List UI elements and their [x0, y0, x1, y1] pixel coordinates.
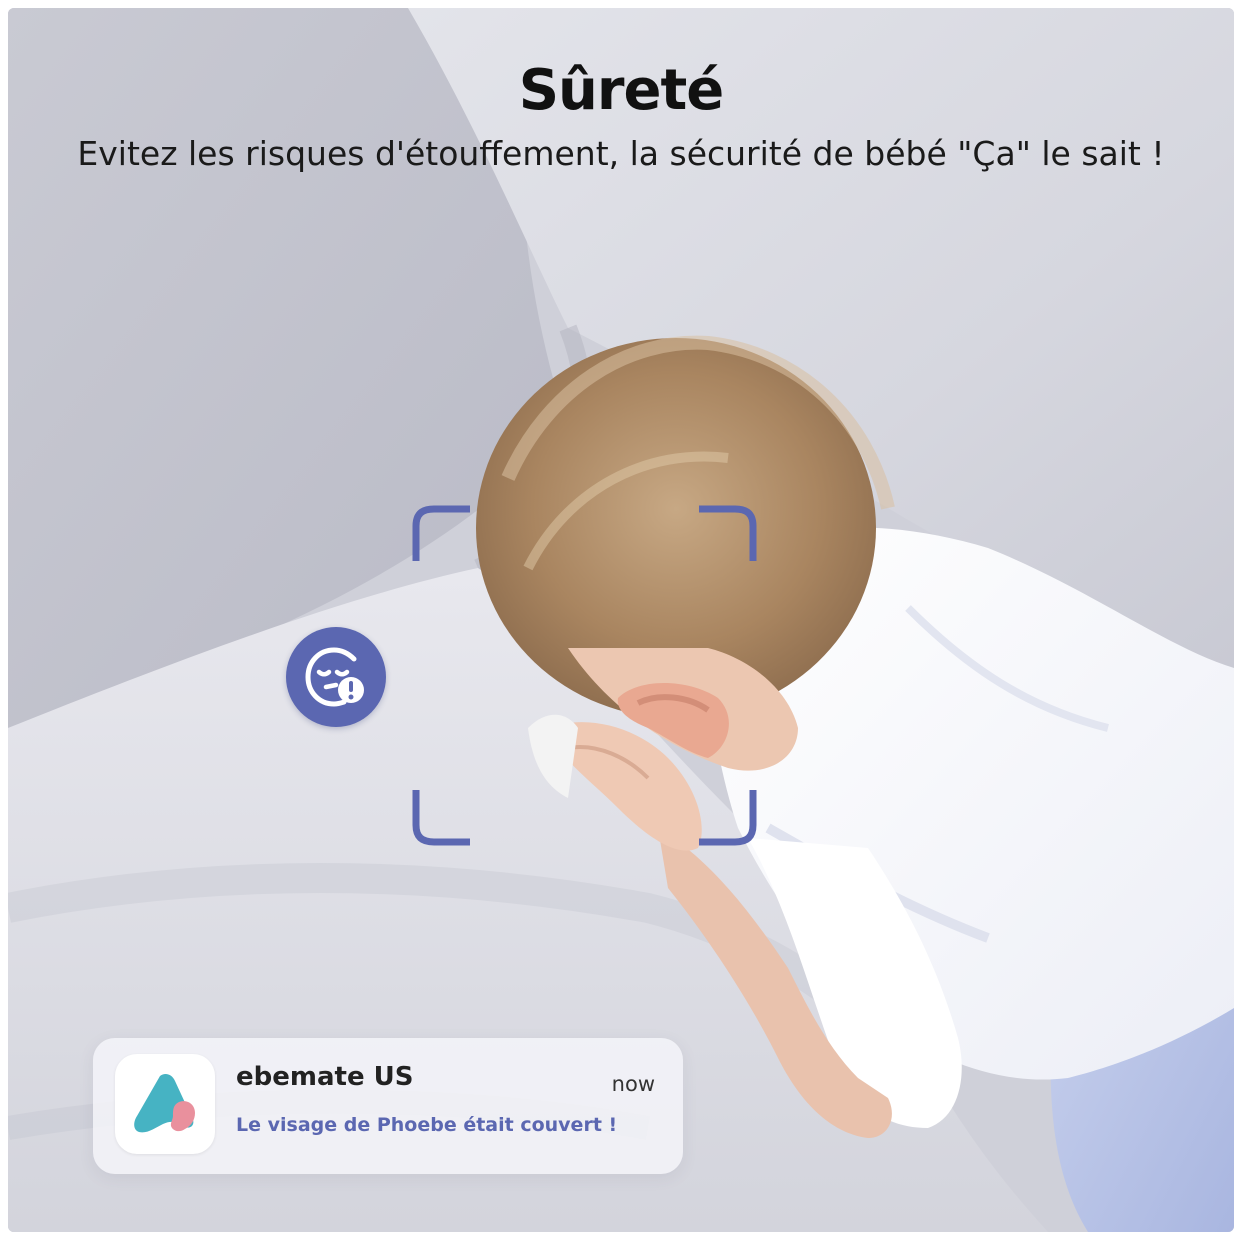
ebemate-logo-icon	[134, 1073, 195, 1133]
face-covered-warning-icon	[305, 647, 364, 707]
face-covered-warning-badge	[286, 627, 386, 727]
push-notification[interactable]: ebemate US now Le visage de Phoebe était…	[93, 1038, 683, 1174]
notification-time: now	[611, 1072, 655, 1096]
product-image: Sûreté Evitez les risques d'étouffement,…	[8, 8, 1234, 1232]
page-title: Sûreté	[518, 58, 725, 123]
app-icon	[115, 1054, 215, 1154]
notification-app-name: ebemate US	[236, 1062, 414, 1092]
notification-message: Le visage de Phoebe était couvert !	[236, 1114, 618, 1136]
page-subtitle: Evitez les risques d'étouffement, la séc…	[77, 134, 1165, 173]
